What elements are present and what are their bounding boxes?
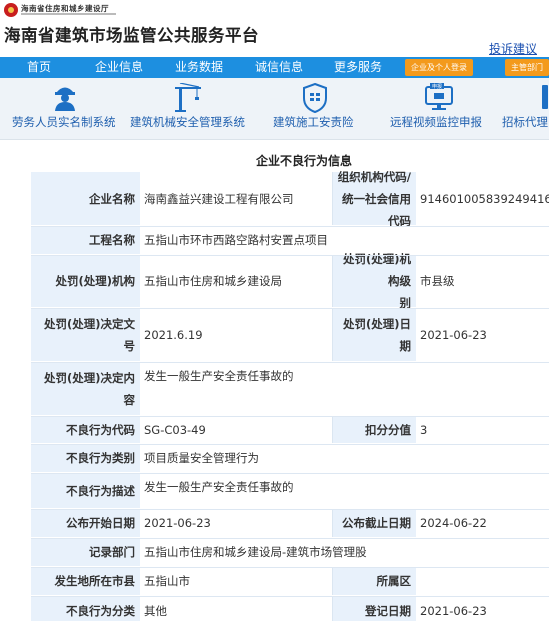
- decision-content-label-line2: 容: [123, 392, 136, 407]
- table-row: 处罚(处理)机构 五指山市住房和城乡建设局 处罚(处理)机构级 别 市县级: [31, 252, 549, 310]
- register-date-label: 登记日期: [333, 596, 416, 621]
- punish-date-label: 处罚(处理)日期: [333, 308, 416, 361]
- video-monitor-icon: 申报: [425, 83, 453, 110]
- system-bid-agency[interactable]: 招标代理: [495, 78, 549, 140]
- record-dept-label: 记录部门: [31, 538, 140, 566]
- system-construction-insurance[interactable]: 建筑施工安责险: [260, 78, 380, 140]
- row-divider: [31, 596, 549, 597]
- nav-home[interactable]: 首页: [27, 57, 51, 78]
- city-value: 五指山市: [140, 567, 333, 595]
- table-row: 处罚(处理)决定文 号 2021.6.19 处罚(处理)日期 2021-06-2…: [31, 308, 549, 362]
- table-row: 处罚(处理)决定内 容 发生一般生产安全责任事故的: [31, 362, 549, 416]
- main-nav: 首页 企业信息 业务数据 诚信信息 更多服务 企业及个人登录 主管部门: [0, 57, 549, 78]
- company-name-label: 企业名称: [31, 172, 140, 225]
- deduct-label: 扣分分值: [333, 416, 416, 443]
- punish-date-value: 2021-06-23: [416, 308, 549, 361]
- behavior-type-value: 项目质量安全管理行为: [140, 444, 549, 472]
- department-login-button[interactable]: 主管部门: [505, 59, 549, 76]
- org-code-label: 组织机构代码/ 统一社会信用代码: [333, 170, 416, 228]
- department-subtitle-line: [21, 13, 116, 15]
- behavior-desc-value: 发生一般生产安全责任事故的: [140, 473, 549, 508]
- system-label: 建筑机械安全管理系统: [130, 115, 245, 129]
- nav-more-services[interactable]: 更多服务: [334, 57, 382, 78]
- row-divider: [31, 444, 549, 445]
- system-label: 劳务人员实名制系统: [12, 115, 116, 129]
- decision-no-label-line2: 号: [123, 338, 136, 353]
- row-divider: [31, 362, 549, 363]
- deduct-value: 3: [416, 416, 549, 443]
- systems-bar: 劳务人员实名制系统 建筑机械安全管理系统 建筑施工安责险 申报 远程视频监控申报…: [0, 78, 549, 140]
- decision-content-label: 处罚(处理)决定内 容: [31, 362, 140, 415]
- bid-agency-icon: [542, 85, 548, 109]
- punish-org-value: 五指山市住房和城乡建设局: [140, 255, 333, 307]
- nav-credit-info[interactable]: 诚信信息: [255, 57, 303, 78]
- system-label: 远程视频监控申报: [390, 115, 482, 129]
- decision-no-label: 处罚(处理)决定文 号: [31, 308, 140, 361]
- worker-helmet-icon: [55, 87, 75, 111]
- org-code-label-line1: 组织机构代码/: [337, 169, 411, 184]
- table-row: 不良行为类别 项目质量安全管理行为: [31, 444, 549, 473]
- publish-end-value: 2024-06-22: [416, 509, 549, 537]
- decision-content-value: 发生一般生产安全责任事故的: [140, 362, 549, 415]
- site-header: 海南省住房和城乡建设厅 海南省建筑市场监管公共服务平台 投诉建议: [0, 0, 549, 57]
- table-row: 工程名称 五指山市环市西路空路村安置点项目: [31, 226, 549, 255]
- insurance-shield-icon: [303, 83, 327, 113]
- decision-no-value: 2021.6.19: [140, 308, 333, 361]
- behavior-type-label: 不良行为类别: [31, 444, 140, 472]
- district-value: [416, 567, 549, 595]
- row-divider: [31, 567, 549, 568]
- nav-enterprise-info[interactable]: 企业信息: [95, 57, 143, 78]
- row-divider: [31, 416, 549, 417]
- project-label: 工程名称: [31, 226, 140, 254]
- table-row: 不良行为代码 SG-C03-49 扣分分值 3: [31, 416, 549, 444]
- record-dept-value: 五指山市住房和城乡建设局-建筑市场管理股: [140, 538, 549, 566]
- row-divider: [31, 538, 549, 539]
- system-label: 建筑施工安责险: [273, 115, 354, 129]
- table-row: 记录部门 五指山市住房和城乡建设局-建筑市场管理股: [31, 538, 549, 567]
- decision-no-label-line1: 处罚(处理)决定文: [43, 316, 135, 331]
- publish-start-value: 2021-06-23: [140, 509, 333, 537]
- table-row: 不良行为分类 其他 登记日期 2021-06-23: [31, 596, 549, 621]
- city-label: 发生地所在市县: [31, 567, 140, 595]
- table-row: 公布开始日期 2021-06-23 公布截止日期 2024-06-22: [31, 509, 549, 538]
- enterprise-login-button[interactable]: 企业及个人登录: [405, 59, 473, 76]
- table-row: 不良行为描述 发生一般生产安全责任事故的: [31, 473, 549, 509]
- row-divider: [31, 226, 549, 227]
- punish-level-label: 处罚(处理)机构级 别: [333, 252, 416, 310]
- row-divider: [31, 509, 549, 510]
- category-label: 不良行为分类: [31, 596, 140, 621]
- complaint-link[interactable]: 投诉建议: [489, 40, 537, 57]
- company-name-value: 海南鑫益兴建设工程有限公司: [140, 172, 333, 225]
- behavior-code-value: SG-C03-49: [140, 416, 333, 443]
- decision-content-label-line1: 处罚(处理)决定内: [43, 370, 135, 385]
- table-row: 发生地所在市县 五指山市 所属区: [31, 567, 549, 596]
- row-divider: [31, 255, 549, 256]
- tower-crane-icon: [175, 83, 201, 112]
- row-divider: [31, 473, 549, 474]
- table-row: 企业名称 海南鑫益兴建设工程有限公司 组织机构代码/ 统一社会信用代码 9146…: [31, 170, 549, 228]
- behavior-code-label: 不良行为代码: [31, 416, 140, 443]
- behavior-desc-label: 不良行为描述: [31, 473, 140, 508]
- nav-business-data[interactable]: 业务数据: [175, 57, 223, 78]
- register-date-value: 2021-06-23: [416, 596, 549, 621]
- system-worker-realname[interactable]: 劳务人员实名制系统: [0, 78, 125, 140]
- system-video-monitoring[interactable]: 申报 远程视频监控申报: [380, 78, 495, 140]
- org-code-value: 914601005839249416: [416, 172, 549, 225]
- site-title: 海南省建筑市场监管公共服务平台: [4, 26, 259, 45]
- section-title: 企业不良行为信息: [255, 154, 352, 168]
- publish-start-label: 公布开始日期: [31, 509, 140, 537]
- org-code-label-line2: 统一社会信用代码: [342, 191, 411, 228]
- row-divider: [31, 308, 549, 309]
- system-machinery-safety[interactable]: 建筑机械安全管理系统: [125, 78, 260, 140]
- publish-end-label: 公布截止日期: [333, 509, 416, 537]
- category-value: 其他: [140, 596, 333, 621]
- system-label: 招标代理: [502, 115, 548, 129]
- district-label: 所属区: [333, 567, 416, 595]
- svg-text:申报: 申报: [432, 83, 442, 90]
- punish-org-label: 处罚(处理)机构: [31, 255, 140, 307]
- department-emblem-icon: [4, 3, 18, 17]
- punish-level-value: 市县级: [416, 255, 549, 307]
